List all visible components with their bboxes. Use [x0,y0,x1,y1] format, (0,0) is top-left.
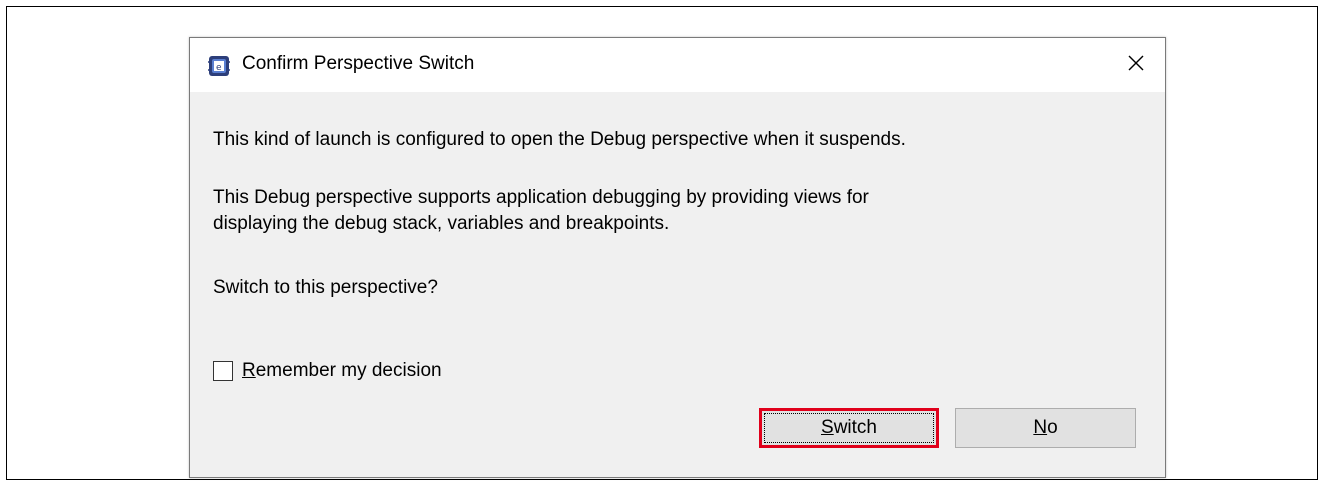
switch-button-focus-ring[interactable]: Switch [764,413,934,443]
eclipse-ide-icon: e [208,55,230,77]
switch-button-label: Switch [821,417,877,438]
close-icon [1127,54,1145,77]
screenshot-frame: e Confirm Perspective Switch This kind o… [6,6,1318,480]
message-question: Switch to this perspective? [213,277,438,298]
svg-text:e: e [216,63,222,73]
no-button-label: No [1033,417,1058,438]
remember-decision-checkbox[interactable]: Remember my decision [213,360,442,382]
message-line-2: This Debug perspective supports applicat… [213,187,869,234]
checkbox-box[interactable] [213,361,233,381]
switch-button[interactable]: Switch [759,408,939,448]
confirm-perspective-switch-dialog: e Confirm Perspective Switch This kind o… [189,37,1166,478]
no-button[interactable]: No [955,408,1136,448]
remember-decision-label[interactable]: Remember my decision [242,360,442,382]
dialog-title: Confirm Perspective Switch [242,53,475,74]
message-line-1: This kind of launch is configured to ope… [213,129,906,150]
close-button[interactable] [1119,48,1153,82]
dialog-titlebar: e Confirm Perspective Switch [190,38,1165,92]
